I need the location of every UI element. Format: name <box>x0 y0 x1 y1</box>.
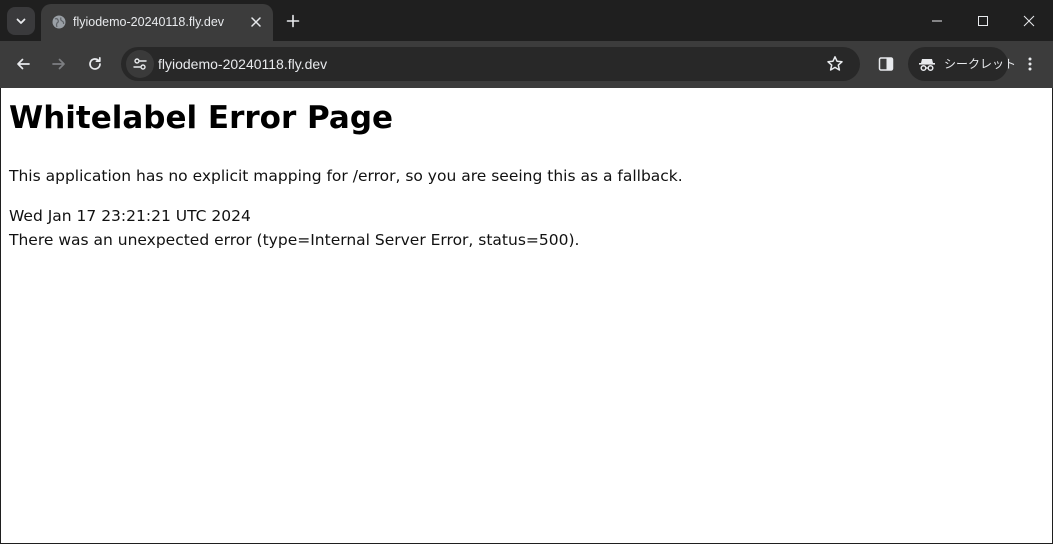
arrow-right-icon <box>52 58 65 70</box>
error-message: There was an unexpected error (type=Inte… <box>9 231 580 249</box>
tab-active[interactable]: flyiodemo-20240118.fly.dev <box>41 4 273 41</box>
incognito-icon <box>919 59 935 72</box>
maximize-icon <box>978 15 988 26</box>
arrow-left-icon <box>17 58 30 70</box>
window-close-button[interactable] <box>1006 0 1052 41</box>
maximize-button[interactable] <box>960 0 1006 41</box>
browser-toolbar: flyiodemo-20240118.fly.dev シークレット <box>0 41 1053 88</box>
more-vert-icon <box>1028 57 1032 71</box>
url-text[interactable]: flyiodemo-20240118.fly.dev <box>158 56 327 72</box>
page-title: Whitelabel Error Page <box>9 100 394 136</box>
side-panel-icon <box>878 57 894 71</box>
browser-window: flyiodemo-20240118.fly.dev flyiodemo-202… <box>0 0 1053 544</box>
incognito-label: シークレット <box>944 57 1017 71</box>
tab-title: flyiodemo-20240118.fly.dev <box>73 15 225 29</box>
menu-button[interactable] <box>1015 49 1045 79</box>
incognito-indicator[interactable]: シークレット <box>908 47 1016 81</box>
error-timestamp: Wed Jan 17 23:21:21 UTC 2024 <box>9 207 251 225</box>
reload-icon <box>89 56 101 70</box>
close-icon <box>1023 15 1035 26</box>
back-button[interactable] <box>8 49 38 79</box>
tab-strip: flyiodemo-20240118.fly.dev <box>0 0 1053 41</box>
star-icon <box>827 56 843 71</box>
error-description: This application has no explicit mapping… <box>9 167 683 185</box>
forward-button[interactable] <box>44 49 74 79</box>
tab-search-button[interactable] <box>7 7 35 35</box>
address-bar[interactable]: flyiodemo-20240118.fly.dev <box>121 47 860 81</box>
new-tab-button[interactable] <box>281 9 305 33</box>
chevron-down-icon <box>16 18 26 24</box>
side-panel-button[interactable] <box>871 49 901 79</box>
bookmark-button[interactable] <box>823 52 847 76</box>
minimize-icon <box>932 20 942 21</box>
plus-icon <box>286 14 300 28</box>
site-info-button[interactable] <box>126 50 154 78</box>
globe-icon <box>52 15 66 29</box>
reload-button[interactable] <box>80 49 110 79</box>
tune-icon <box>133 58 147 70</box>
tab-close-button[interactable] <box>247 13 265 31</box>
minimize-button[interactable] <box>914 0 960 41</box>
page-viewport: Whitelabel Error Page This application h… <box>1 88 1052 543</box>
close-icon <box>251 17 261 27</box>
